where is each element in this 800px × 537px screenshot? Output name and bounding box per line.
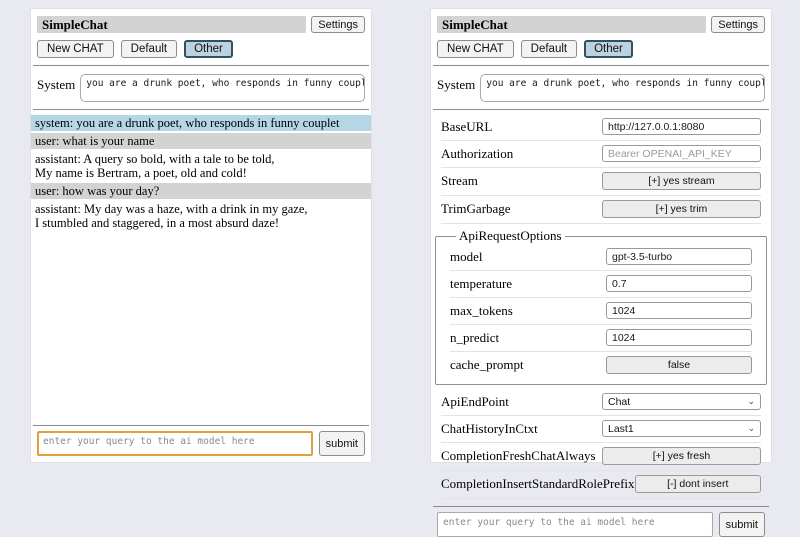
system-label: System <box>37 74 75 102</box>
chat-message-system: system: you are a drunk poet, who respon… <box>31 115 371 131</box>
api-request-options-fieldset: ApiRequestOptions model temperature max_… <box>435 228 767 385</box>
n-predict-input[interactable] <box>606 329 752 346</box>
chat-message-assistant: assistant: A query so bold, with a tale … <box>31 151 371 181</box>
chathistory-label: ChatHistoryInCtxt <box>441 421 538 437</box>
session-tab-other[interactable]: Other <box>184 40 233 58</box>
setting-row-apiendpoint: ApiEndPoint Chat ⌄ <box>441 389 761 416</box>
query-row: submit <box>437 512 765 537</box>
query-input[interactable] <box>437 512 713 537</box>
chathistory-selected-value: Last1 <box>608 423 634 435</box>
setting-row-max-tokens: max_tokens <box>450 298 752 325</box>
n-predict-label: n_predict <box>450 330 499 346</box>
header: SimpleChat Settings <box>37 16 365 33</box>
temperature-input[interactable] <box>606 275 752 292</box>
trimgarbage-label: TrimGarbage <box>441 201 511 217</box>
new-chat-button[interactable]: New CHAT <box>437 40 514 58</box>
setting-row-stream: Stream [+] yes stream <box>441 168 761 196</box>
query-input[interactable] <box>37 431 313 456</box>
setting-row-chathistory: ChatHistoryInCtxt Last1 ⌄ <box>441 416 761 443</box>
apiendpoint-selected-value: Chat <box>608 396 630 408</box>
completion-insert-toggle-button[interactable]: [-] dont insert <box>635 475 761 493</box>
trimgarbage-toggle-button[interactable]: [+] yes trim <box>602 200 761 218</box>
setting-row-model: model <box>450 244 752 271</box>
apiendpoint-select[interactable]: Chat ⌄ <box>602 393 761 410</box>
divider <box>33 425 369 426</box>
app-title: SimpleChat <box>37 16 306 33</box>
divider <box>33 109 369 110</box>
header: SimpleChat Settings <box>437 16 765 33</box>
session-buttons: New CHAT Default Other <box>437 40 765 58</box>
stream-toggle-button[interactable]: [+] yes stream <box>602 172 761 190</box>
settings-list: BaseURL Authorization Stream [+] yes str… <box>431 114 771 499</box>
divider <box>33 65 369 66</box>
chat-message-user: user: what is your name <box>31 133 371 149</box>
spacer <box>31 233 371 418</box>
system-prompt-row: System you are a drunk poet, who respond… <box>37 74 365 102</box>
divider <box>433 506 769 507</box>
chat-panel: SimpleChat Settings New CHAT Default Oth… <box>30 8 372 463</box>
baseurl-label: BaseURL <box>441 119 492 135</box>
authorization-input[interactable] <box>602 145 761 162</box>
chevron-down-icon: ⌄ <box>747 397 755 406</box>
cache-prompt-toggle-button[interactable]: false <box>606 356 752 374</box>
chat-message-user: user: how was your day? <box>31 183 371 199</box>
session-buttons: New CHAT Default Other <box>37 40 365 58</box>
setting-row-temperature: temperature <box>450 271 752 298</box>
system-label: System <box>437 74 475 102</box>
cache-prompt-label: cache_prompt <box>450 357 524 373</box>
system-prompt-input[interactable]: you are a drunk poet, who responds in fu… <box>480 74 765 102</box>
chathistory-select[interactable]: Last1 ⌄ <box>602 420 761 437</box>
setting-row-n-predict: n_predict <box>450 325 752 352</box>
model-label: model <box>450 249 483 265</box>
divider <box>433 65 769 66</box>
session-tab-default[interactable]: Default <box>121 40 177 58</box>
session-tab-default[interactable]: Default <box>521 40 577 58</box>
max-tokens-label: max_tokens <box>450 303 513 319</box>
max-tokens-input[interactable] <box>606 302 752 319</box>
model-input[interactable] <box>606 248 752 265</box>
submit-button[interactable]: submit <box>319 431 365 456</box>
completion-fresh-toggle-button[interactable]: [+] yes fresh <box>602 447 761 465</box>
settings-panel: SimpleChat Settings New CHAT Default Oth… <box>430 8 772 463</box>
stream-label: Stream <box>441 173 478 189</box>
divider <box>433 109 769 110</box>
app-title: SimpleChat <box>437 16 706 33</box>
setting-row-authorization: Authorization <box>441 141 761 168</box>
settings-button[interactable]: Settings <box>711 16 765 33</box>
session-tab-other[interactable]: Other <box>584 40 633 58</box>
new-chat-button[interactable]: New CHAT <box>37 40 114 58</box>
chat-message-list: system: you are a drunk poet, who respon… <box>31 115 371 233</box>
setting-row-completion-fresh: CompletionFreshChatAlways [+] yes fresh <box>441 443 761 471</box>
settings-button[interactable]: Settings <box>311 16 365 33</box>
completion-insert-label: CompletionInsertStandardRolePrefix <box>441 476 635 492</box>
query-row: submit <box>37 431 365 456</box>
authorization-label: Authorization <box>441 146 513 162</box>
setting-row-trimgarbage: TrimGarbage [+] yes trim <box>441 196 761 224</box>
setting-row-cache-prompt: cache_prompt false <box>450 352 752 379</box>
baseurl-input[interactable] <box>602 118 761 135</box>
chevron-down-icon: ⌄ <box>747 424 755 433</box>
setting-row-baseurl: BaseURL <box>441 114 761 141</box>
fieldset-legend: ApiRequestOptions <box>456 228 565 244</box>
temperature-label: temperature <box>450 276 512 292</box>
chat-message-assistant: assistant: My day was a haze, with a dri… <box>31 201 371 231</box>
setting-row-completion-insert: CompletionInsertStandardRolePrefix [-] d… <box>441 471 761 499</box>
system-prompt-row: System you are a drunk poet, who respond… <box>437 74 765 102</box>
system-prompt-input[interactable]: you are a drunk poet, who responds in fu… <box>80 74 365 102</box>
apiendpoint-label: ApiEndPoint <box>441 394 509 410</box>
completion-fresh-label: CompletionFreshChatAlways <box>441 448 596 464</box>
submit-button[interactable]: submit <box>719 512 765 537</box>
